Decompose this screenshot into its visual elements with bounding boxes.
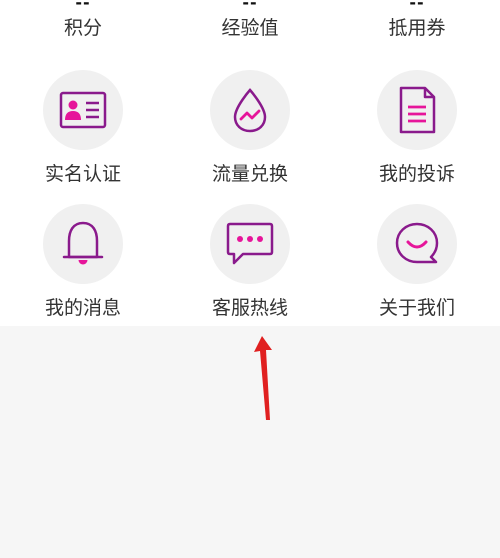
red-pointer-arrow-icon [254, 336, 272, 420]
